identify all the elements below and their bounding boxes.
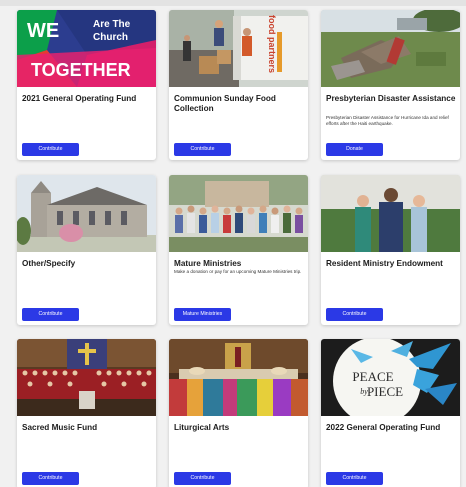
fund-card-liturgical-arts: Liturgical Arts Contribute [169,339,308,487]
card-title: Liturgical Arts [174,423,230,432]
choir-sanctuary-image [17,339,156,416]
fund-card-sacred-music: Sacred Music Fund Contribute [17,339,156,487]
top-strip [0,0,466,6]
fund-card-other-specify: Other/Specify Contribute [17,175,156,325]
card-title: Resident Ministry Endowment [326,259,443,268]
contribute-button[interactable]: Contribute [22,308,79,321]
fund-card-2021-general: WE Are The Church TOGETHER 2021 General … [17,10,156,160]
card-title: Sacred Music Fund [22,423,98,432]
svg-text:PEACE: PEACE [352,369,393,384]
mature-ministries-button[interactable]: Mature Ministries [174,308,231,321]
card-title: Presbyterian Disaster Assistance [326,94,456,103]
svg-text:TOGETHER: TOGETHER [31,60,131,80]
card-title: Communion Sunday Food Collection [174,94,276,113]
contribute-button[interactable]: Contribute [326,308,383,321]
card-description: Make a donation or pay for an upcoming M… [174,269,302,274]
card-title: Other/Specify [22,259,76,268]
fund-card-resident-ministry: Resident Ministry Endowment Contribute [321,175,460,325]
contribute-button[interactable]: Contribute [326,472,383,485]
svg-text:food partners: food partners [267,15,277,73]
contribute-button[interactable]: Contribute [22,143,79,156]
altar-arts-image [169,339,308,416]
fund-card-presbyterian-disaster: Presbyterian Disaster Assistance Presbyt… [321,10,460,160]
contribute-button[interactable]: Contribute [174,143,231,156]
card-description: Presbyterian Disaster Assistance for Hur… [326,115,449,127]
svg-text:WE: WE [27,20,59,42]
svg-text:PIECE: PIECE [367,384,403,399]
card-title: 2022 General Operating Fund [326,423,441,432]
fund-card-2022-general: PEACE by PIECE 2022 General Operating Fu… [321,339,460,487]
card-title: Mature Ministries [174,259,242,268]
contribute-button[interactable]: Contribute [174,472,231,485]
three-residents-image [321,175,460,252]
card-title: 2021 General Operating Fund [22,94,137,103]
svg-text:Church: Church [93,32,128,43]
fund-card-mature-ministries: Mature Ministries Make a donation or pay… [169,175,308,325]
donate-button[interactable]: Donate [326,143,383,156]
we-are-the-church-together-image: WE Are The Church TOGETHER [17,10,156,87]
peace-by-piece-image: PEACE by PIECE [321,339,460,416]
svg-text:Are The: Are The [93,19,131,30]
storm-debris-image [321,10,460,87]
stone-church-image [17,175,156,252]
food-truck-volunteers-image: food partners [169,10,308,87]
fund-card-communion-food: food partners Communion Sunday Food Coll… [169,10,308,160]
group-photo-image [169,175,308,252]
contribute-button[interactable]: Contribute [22,472,79,485]
